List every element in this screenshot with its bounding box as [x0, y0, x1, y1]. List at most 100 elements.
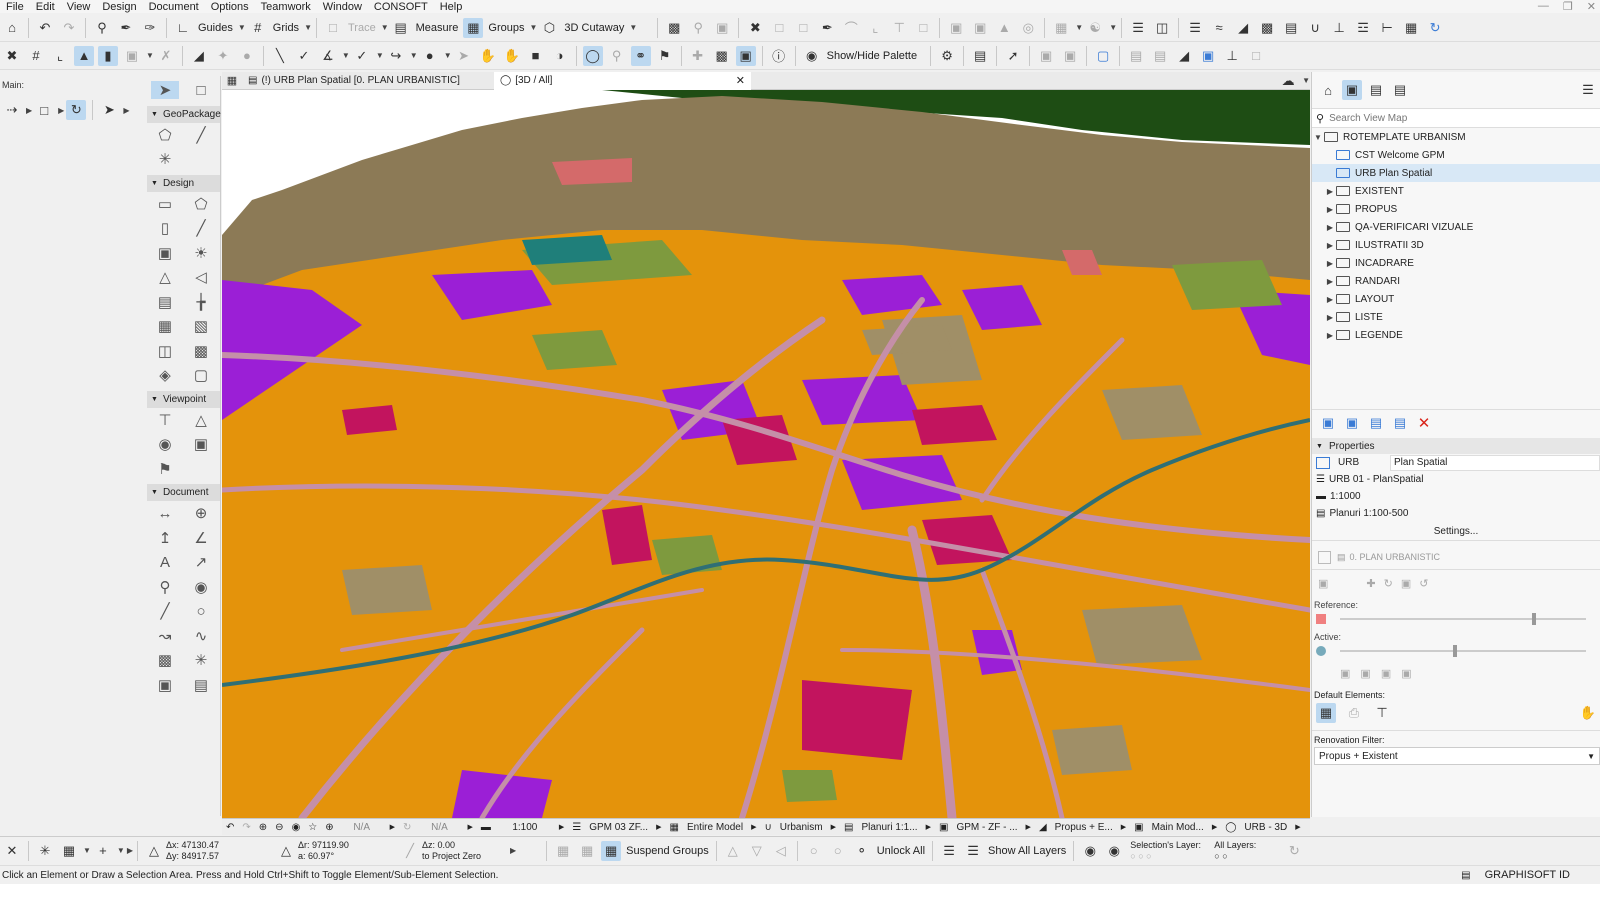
building-materials-icon[interactable]: ▩ — [1257, 18, 1277, 38]
toolbox-section-design[interactable]: ▼ Design — [147, 174, 220, 192]
dimensions-icon[interactable]: ☲ — [1353, 18, 1373, 38]
layer-combo-value[interactable]: GPM 03 ZF... — [589, 822, 648, 833]
hotspot-tool-icon[interactable]: ✳ — [195, 651, 208, 669]
chevron-down-icon[interactable]: ▼ — [83, 846, 91, 855]
zoom-in-icon[interactable]: ⊕ — [259, 822, 267, 833]
chevron-down-icon[interactable]: ▼ — [342, 51, 350, 60]
view-settings-icon[interactable]: ▤ — [1390, 413, 1410, 433]
mirror-icon[interactable]: ◁ — [771, 841, 791, 861]
slope-icon[interactable]: ◢ — [1174, 46, 1194, 66]
chevron-right-icon[interactable]: ▶ — [467, 823, 472, 831]
railing-tool-icon[interactable]: ╆ — [196, 293, 205, 311]
tree-root[interactable]: ▼ ROTEMPLATE URBANISM — [1312, 128, 1600, 146]
label-icon[interactable]: ▩ — [712, 46, 732, 66]
line-icon[interactable]: ╲ — [270, 46, 290, 66]
chevron-down-icon[interactable]: ▼ — [117, 846, 125, 855]
chevron-down-icon[interactable]: ▼ — [629, 23, 637, 32]
arrow-tool-icon[interactable]: ➤ — [151, 81, 179, 100]
undo-icon[interactable]: ↶ — [35, 18, 55, 38]
orbit-nav-icon[interactable]: ◉ — [292, 822, 301, 833]
door-tool-icon[interactable]: ◫ — [158, 342, 172, 360]
renovation-style-icon[interactable]: ● — [420, 46, 440, 66]
camera-icon[interactable]: ⚑ — [655, 46, 675, 66]
bar-chart-icon[interactable]: ▩ — [664, 18, 684, 38]
pens-icon[interactable]: ▤ — [1281, 18, 1301, 38]
renovation-value[interactable]: Propus + E... — [1055, 822, 1113, 833]
elevation-tool-icon[interactable]: △ — [195, 411, 207, 429]
3d-urban-map[interactable] — [222, 90, 1310, 818]
find-select-icon[interactable]: ⚲ — [92, 18, 112, 38]
move-ref-icon[interactable]: ✚ — [1366, 577, 1375, 590]
gear-icon[interactable]: ⚙ — [937, 46, 957, 66]
offset-step-icon[interactable]: ↪ — [386, 46, 406, 66]
magic-pointer-icon[interactable]: ➚ — [1003, 46, 1023, 66]
chevron-right-icon[interactable]: ▶ — [559, 823, 564, 831]
chevron-right-icon[interactable]: ▶ — [656, 823, 661, 831]
merge-icon[interactable]: ◎ — [1018, 18, 1038, 38]
chevron-right-icon[interactable]: ▶ — [123, 106, 129, 115]
delta-icon[interactable]: △ — [144, 841, 164, 861]
stack-icon[interactable]: ▣ — [1198, 46, 1218, 66]
menu-edit[interactable]: Edit — [30, 1, 61, 13]
fit-icon[interactable]: ▣ — [712, 18, 732, 38]
chevron-down-icon[interactable]: ▼ — [530, 23, 538, 32]
split-icon[interactable]: □ — [793, 18, 813, 38]
minimize-icon[interactable]: — — [1538, 0, 1549, 13]
unlock-all-button[interactable]: Unlock All — [877, 845, 925, 857]
trim-icon[interactable]: □ — [769, 18, 789, 38]
tree-folder[interactable]: ▶ LAYOUT — [1312, 290, 1600, 308]
surface-icon[interactable]: ◢ — [1233, 18, 1253, 38]
measure-icon[interactable]: ▤ — [391, 18, 411, 38]
lock-element-icon[interactable]: ○ — [804, 841, 824, 861]
properties-header[interactable]: ▼ Properties — [1312, 438, 1600, 454]
tree-item[interactable]: URB Plan Spatial — [1312, 164, 1600, 182]
toolbox-section-document[interactable]: ▼ Document — [147, 484, 220, 501]
hide-layer-icon[interactable]: ◉ — [1080, 841, 1100, 861]
compare-icon[interactable]: ▣ — [1401, 577, 1411, 590]
dimension-tool-icon[interactable]: ↔ — [158, 505, 173, 522]
figure-tool-icon[interactable]: ▣ — [158, 676, 172, 694]
chevron-down-icon[interactable]: ▼ — [1109, 23, 1117, 32]
polar-readout[interactable]: Δr: 97119.90 a: 60.97° — [298, 840, 398, 862]
chevron-right-icon[interactable]: ▶ — [510, 846, 516, 855]
mvo-value[interactable]: GPM - ZF - ... — [956, 822, 1017, 833]
layers-icon[interactable]: ☰ — [939, 841, 959, 861]
fill-tool-icon[interactable]: ▩ — [158, 651, 172, 669]
close-tab-icon[interactable]: ✕ — [736, 74, 745, 87]
show-all-layers-button[interactable]: Show All Layers — [988, 845, 1066, 857]
highlight-icon[interactable]: ▣ — [1381, 667, 1391, 680]
worksheet-tool-icon[interactable]: ▣ — [194, 435, 208, 453]
shell-tool-icon[interactable]: ◁ — [195, 268, 207, 286]
pin-icon[interactable]: ✚ — [688, 46, 708, 66]
roof-tool-icon[interactable]: △ — [159, 268, 171, 286]
notification-icon[interactable]: ▤ — [1461, 870, 1470, 881]
inject-icon[interactable]: ✑ — [140, 18, 160, 38]
sync-icon[interactable]: ↻ — [1425, 18, 1445, 38]
reset-icon[interactable]: ↺ — [1419, 577, 1428, 590]
chevron-down-icon[interactable]: ▼ — [410, 51, 418, 60]
level-dimension-tool-icon[interactable]: ⊕ — [195, 504, 208, 522]
chevron-right-icon[interactable]: ▶ — [1121, 823, 1126, 831]
settings-button[interactable]: Settings... — [1312, 522, 1600, 541]
line-tool-icon[interactable]: ╱ — [160, 602, 169, 620]
eye-icon[interactable]: ◉ — [802, 46, 822, 66]
detail-tool-icon[interactable]: ◉ — [194, 578, 207, 596]
redo-icon[interactable]: ↷ — [59, 18, 79, 38]
view-name-field[interactable]: Plan Spatial — [1390, 454, 1600, 471]
orbit-icon[interactable]: ◯ — [582, 45, 603, 66]
close-window-icon[interactable]: ✕ — [1587, 0, 1596, 13]
menu-icon[interactable]: ☰ — [1578, 80, 1598, 100]
explore-icon[interactable]: ⚲ — [607, 46, 627, 66]
distribute-icon[interactable]: □ — [913, 18, 933, 38]
hand-tool-icon[interactable]: ✋ — [1578, 703, 1598, 723]
snap-point-icon[interactable]: ✳ — [35, 841, 55, 861]
redo-zoom-icon[interactable]: ↷ — [242, 822, 250, 833]
section-tool-icon[interactable]: ⊤ — [158, 411, 171, 429]
grid-toggle-icon[interactable]: ▦ — [59, 841, 79, 861]
zoom-area-icon[interactable]: □ — [1246, 46, 1266, 66]
arrow-layout-icon[interactable]: ⇢ — [2, 100, 22, 120]
show-hide-palette-button[interactable]: Show/Hide Palette — [827, 50, 918, 62]
tab-list-icon[interactable]: ☁ — [1278, 71, 1298, 91]
rotation-value[interactable]: N/A — [419, 822, 459, 833]
rotate-view-icon[interactable]: ↻ — [403, 822, 411, 833]
